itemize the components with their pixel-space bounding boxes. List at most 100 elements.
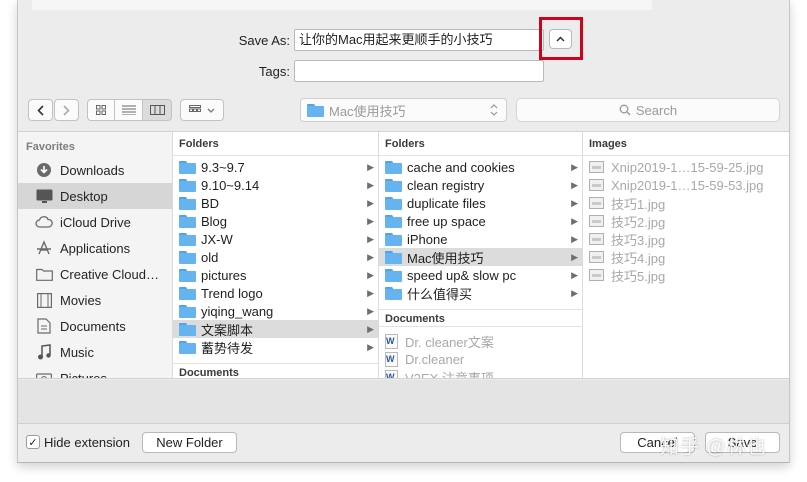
document-row[interactable]: V2EX 注意事项 (379, 368, 582, 379)
folder-row[interactable]: duplicate files ▶ (379, 194, 582, 212)
folder-name: duplicate files (407, 195, 486, 211)
updown-chevron-icon (490, 104, 498, 116)
image-file-row[interactable]: 技巧1.jpg (583, 194, 789, 212)
folder-row[interactable]: clean registry ▶ (379, 176, 582, 194)
disclosure-arrow-icon: ▶ (571, 269, 578, 280)
sidebar-item-documents[interactable]: Documents (18, 313, 172, 339)
folder-row[interactable]: pictures ▶ (173, 266, 378, 284)
music-icon (35, 344, 53, 360)
chevron-right-icon (63, 104, 70, 116)
folder-icon (179, 268, 196, 282)
sidebar-item-pictures[interactable]: Pictures (18, 365, 172, 378)
folder-row[interactable]: 9.3~9.7 ▶ (173, 158, 378, 176)
document-name: V2EX 注意事项 (405, 370, 494, 379)
options-area (18, 380, 789, 424)
disclosure-arrow-icon: ▶ (367, 341, 374, 352)
save-as-input[interactable]: 让你的Mac用起来更顺手的小技巧 (294, 29, 544, 51)
folder-row-selected[interactable]: 文案脚本 ▶ (173, 320, 378, 338)
file-name: 技巧4.jpg (611, 250, 666, 266)
folder-icon (179, 196, 196, 210)
icon-view-button[interactable] (87, 99, 115, 121)
folder-name: Blog (201, 213, 228, 229)
column-view-button[interactable] (142, 99, 172, 121)
group-by-button[interactable] (180, 99, 224, 121)
folder-icon (385, 214, 402, 228)
file-name: Xnip2019-1…15-59-53.jpg (611, 177, 764, 193)
file-name: 技巧2.jpg (611, 214, 666, 230)
folder-icon (307, 103, 324, 117)
browser-column-2: Folders cache and cookies ▶ clean registr… (379, 132, 583, 379)
folder-name: Trend logo (201, 285, 263, 301)
documents-section-heading: Documents (379, 309, 582, 327)
disclosure-arrow-icon: ▶ (571, 233, 578, 244)
column-heading: Images (583, 132, 789, 156)
sidebar-item-downloads[interactable]: Downloads (18, 157, 172, 183)
folder-row-selected[interactable]: Mac使用技巧 ▶ (379, 248, 582, 266)
disclosure-arrow-icon: ▶ (367, 161, 374, 172)
column-heading: Folders (379, 132, 582, 156)
disclosure-arrow-icon: ▶ (571, 179, 578, 190)
hide-extension-label: Hide extension (44, 435, 130, 450)
image-file-row[interactable]: 技巧5.jpg (583, 266, 789, 284)
image-file-icon (589, 269, 604, 281)
sidebar-item-creative-cloud[interactable]: Creative Cloud… (18, 261, 172, 287)
file-name: 技巧3.jpg (611, 232, 666, 248)
disclosure-arrow-icon: ▶ (367, 179, 374, 190)
folder-row[interactable]: yiqing_wang ▶ (173, 302, 378, 320)
folder-icon (179, 232, 196, 246)
word-document-icon (385, 351, 398, 367)
folder-row[interactable]: free up space ▶ (379, 212, 582, 230)
folder-icon (385, 268, 402, 282)
folder-row[interactable]: Blog ▶ (173, 212, 378, 230)
folder-icon (179, 178, 196, 192)
folder-row[interactable]: Trend logo ▶ (173, 284, 378, 302)
file-name: 技巧1.jpg (611, 196, 666, 212)
disclosure-arrow-icon: ▶ (367, 197, 374, 208)
image-file-row[interactable]: Xnip2019-1…15-59-53.jpg (583, 176, 789, 194)
folder-row[interactable]: 什么值得买 ▶ (379, 284, 582, 302)
sidebar-item-icloud[interactable]: iCloud Drive (18, 209, 172, 235)
sidebar-item-desktop[interactable]: Desktop (18, 183, 172, 209)
document-row[interactable]: Dr.cleaner (379, 350, 582, 368)
folder-icon (179, 250, 196, 264)
folder-row[interactable]: speed up& slow pc ▶ (379, 266, 582, 284)
document-name: Dr.cleaner (405, 351, 465, 367)
sidebar-item-applications[interactable]: Applications (18, 235, 172, 261)
new-folder-button[interactable]: New Folder (142, 432, 237, 453)
folder-row[interactable]: BD ▶ (173, 194, 378, 212)
hide-extension-checkbox[interactable]: ✓ (26, 435, 40, 449)
disclosure-arrow-icon: ▶ (571, 161, 578, 172)
sidebar-item-label: Desktop (60, 188, 108, 204)
folder-name: clean registry (407, 177, 485, 193)
image-file-row[interactable]: 技巧4.jpg (583, 248, 789, 266)
image-file-row[interactable]: Xnip2019-1…15-59-25.jpg (583, 158, 789, 176)
list-view-button[interactable] (114, 99, 143, 121)
image-file-row[interactable]: 技巧3.jpg (583, 230, 789, 248)
image-file-row[interactable]: 技巧2.jpg (583, 212, 789, 230)
sidebar-item-music[interactable]: Music (18, 339, 172, 365)
folder-row[interactable]: iPhone ▶ (379, 230, 582, 248)
disclosure-arrow-icon: ▶ (571, 215, 578, 226)
folder-name: free up space (407, 213, 486, 229)
search-icon (619, 104, 631, 116)
tags-input[interactable] (294, 60, 544, 82)
folder-name: yiqing_wang (201, 303, 274, 319)
folder-row[interactable]: old ▶ (173, 248, 378, 266)
folder-row[interactable]: 9.10~9.14 ▶ (173, 176, 378, 194)
location-popup[interactable]: Mac使用技巧 (300, 98, 507, 122)
sidebar-item-label: Music (60, 344, 94, 360)
document-row[interactable]: Dr. cleaner文案 (379, 332, 582, 350)
folder-name: 9.10~9.14 (201, 177, 260, 193)
folder-row[interactable]: 蓄势待发 ▶ (173, 338, 378, 356)
image-file-icon (589, 233, 604, 245)
forward-button[interactable] (54, 99, 79, 121)
folder-row[interactable]: JX-W ▶ (173, 230, 378, 248)
folder-row[interactable]: cache and cookies ▶ (379, 158, 582, 176)
sidebar-item-label: Creative Cloud… (60, 266, 159, 282)
back-button[interactable] (28, 99, 53, 121)
search-field[interactable]: Search (516, 98, 780, 122)
disclosure-arrow-icon: ▶ (367, 215, 374, 226)
folder-icon (179, 286, 196, 300)
sidebar-item-movies[interactable]: Movies (18, 287, 172, 313)
list-icon (121, 105, 136, 115)
